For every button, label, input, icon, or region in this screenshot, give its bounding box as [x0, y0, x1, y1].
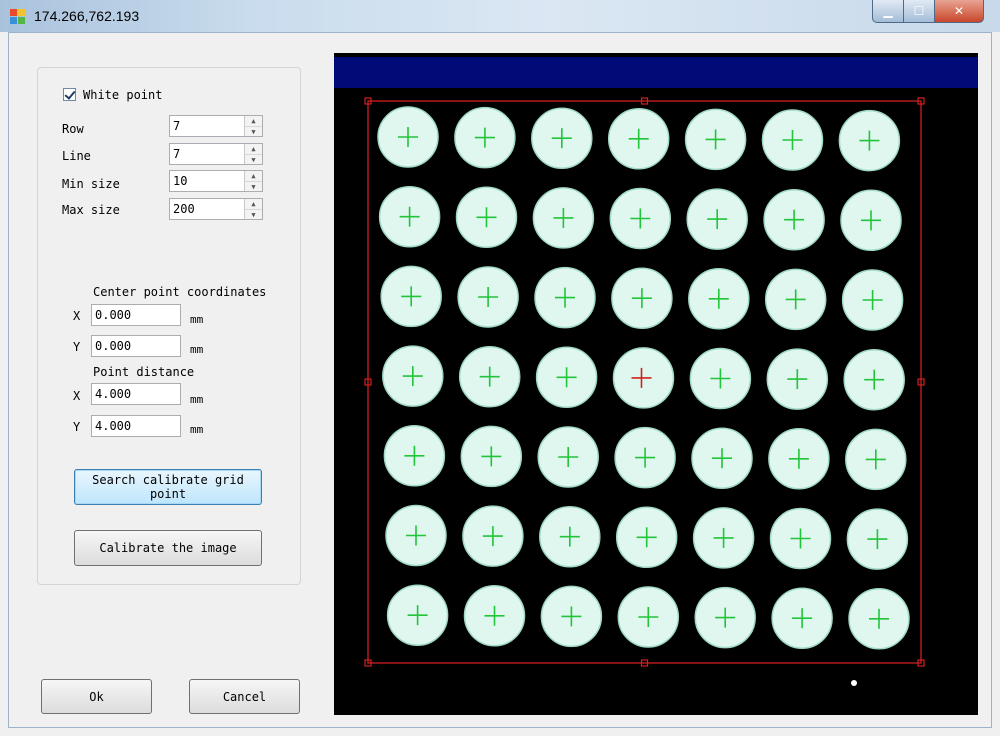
distance-y-unit: mm	[190, 423, 204, 436]
minimize-icon: ▁	[883, 4, 893, 18]
spin-down-icon[interactable]: ▼	[245, 210, 262, 220]
line-stepper[interactable]: 7 ▲ ▼	[169, 143, 263, 165]
dialog-client-area: White point Row 7 ▲ ▼ Line 7 ▲ ▼ Min size …	[8, 32, 992, 728]
minimize-button[interactable]: ▁	[872, 0, 904, 23]
min-size-stepper[interactable]: 10 ▲ ▼	[169, 170, 263, 192]
center-x-value: 0.000	[95, 308, 132, 322]
row-stepper[interactable]: 7 ▲ ▼	[169, 115, 263, 137]
max-size-label: Max size	[62, 203, 120, 217]
title-bar[interactable]: 174.266,762.193 ▁ ☐ ✕	[0, 0, 1000, 32]
center-point-heading: Center point coordinates	[93, 285, 267, 299]
search-calibrate-grid-point-button[interactable]: Search calibrate grid point	[74, 469, 262, 505]
min-size-value: 10	[173, 174, 188, 188]
distance-x-value: 4.000	[95, 387, 132, 401]
search-button-label-line1: Search calibrate grid	[92, 473, 244, 487]
row-value: 7	[173, 119, 181, 133]
ok-button[interactable]: Ok	[41, 679, 152, 714]
center-x-input[interactable]: 0.000	[91, 304, 181, 326]
spin-up-icon[interactable]: ▲	[245, 171, 262, 182]
distance-y-value: 4.000	[95, 419, 132, 433]
white-point-checkbox[interactable]	[63, 88, 76, 101]
maximize-button[interactable]: ☐	[903, 0, 935, 23]
center-y-label: Y	[73, 340, 81, 354]
distance-x-unit: mm	[190, 393, 204, 406]
search-button-label-line2: point	[149, 487, 187, 501]
max-size-stepper[interactable]: 200 ▲ ▼	[169, 198, 263, 220]
calibration-grid-image	[364, 97, 925, 686]
distance-y-input[interactable]: 4.000	[91, 415, 181, 437]
line-label: Line	[62, 149, 91, 163]
row-spin-arrows[interactable]: ▲ ▼	[244, 116, 262, 136]
window-title: 174.266,762.193	[34, 8, 140, 24]
row-label: Row	[62, 122, 84, 136]
distance-y-label: Y	[73, 420, 81, 434]
camera-image-view[interactable]	[334, 53, 978, 715]
maximize-icon: ☐	[913, 4, 925, 18]
spin-down-icon[interactable]: ▼	[245, 155, 262, 165]
line-spin-arrows[interactable]: ▲ ▼	[244, 144, 262, 164]
min-size-spin-arrows[interactable]: ▲ ▼	[244, 171, 262, 191]
calibrate-image-button[interactable]: Calibrate the image	[74, 530, 262, 566]
center-x-label: X	[73, 309, 81, 323]
calibrate-button-label: Calibrate the image	[99, 541, 237, 555]
ok-button-label: Ok	[89, 689, 104, 704]
dialog-window: 174.266,762.193 ▁ ☐ ✕ White point Row 7 …	[0, 0, 1000, 736]
center-y-unit: mm	[190, 343, 204, 356]
app-icon	[10, 9, 25, 24]
distance-x-input[interactable]: 4.000	[91, 383, 181, 405]
close-button[interactable]: ✕	[934, 0, 984, 23]
close-icon: ✕	[953, 4, 965, 18]
max-size-spin-arrows[interactable]: ▲ ▼	[244, 199, 262, 219]
point-distance-heading: Point distance	[93, 365, 195, 379]
max-size-value: 200	[173, 202, 195, 216]
line-value: 7	[173, 147, 181, 161]
min-size-label: Min size	[62, 177, 120, 191]
cancel-button[interactable]: Cancel	[189, 679, 300, 714]
cancel-button-label: Cancel	[222, 689, 267, 704]
spin-up-icon[interactable]: ▲	[245, 116, 262, 127]
spin-up-icon[interactable]: ▲	[245, 144, 262, 155]
distance-x-label: X	[73, 389, 81, 403]
center-x-unit: mm	[190, 313, 204, 326]
center-y-value: 0.000	[95, 339, 132, 353]
spin-down-icon[interactable]: ▼	[245, 182, 262, 192]
spin-down-icon[interactable]: ▼	[245, 127, 262, 137]
spin-up-icon[interactable]: ▲	[245, 199, 262, 210]
noise-speck	[851, 680, 857, 686]
center-y-input[interactable]: 0.000	[91, 335, 181, 357]
white-point-label: White point	[83, 88, 163, 102]
